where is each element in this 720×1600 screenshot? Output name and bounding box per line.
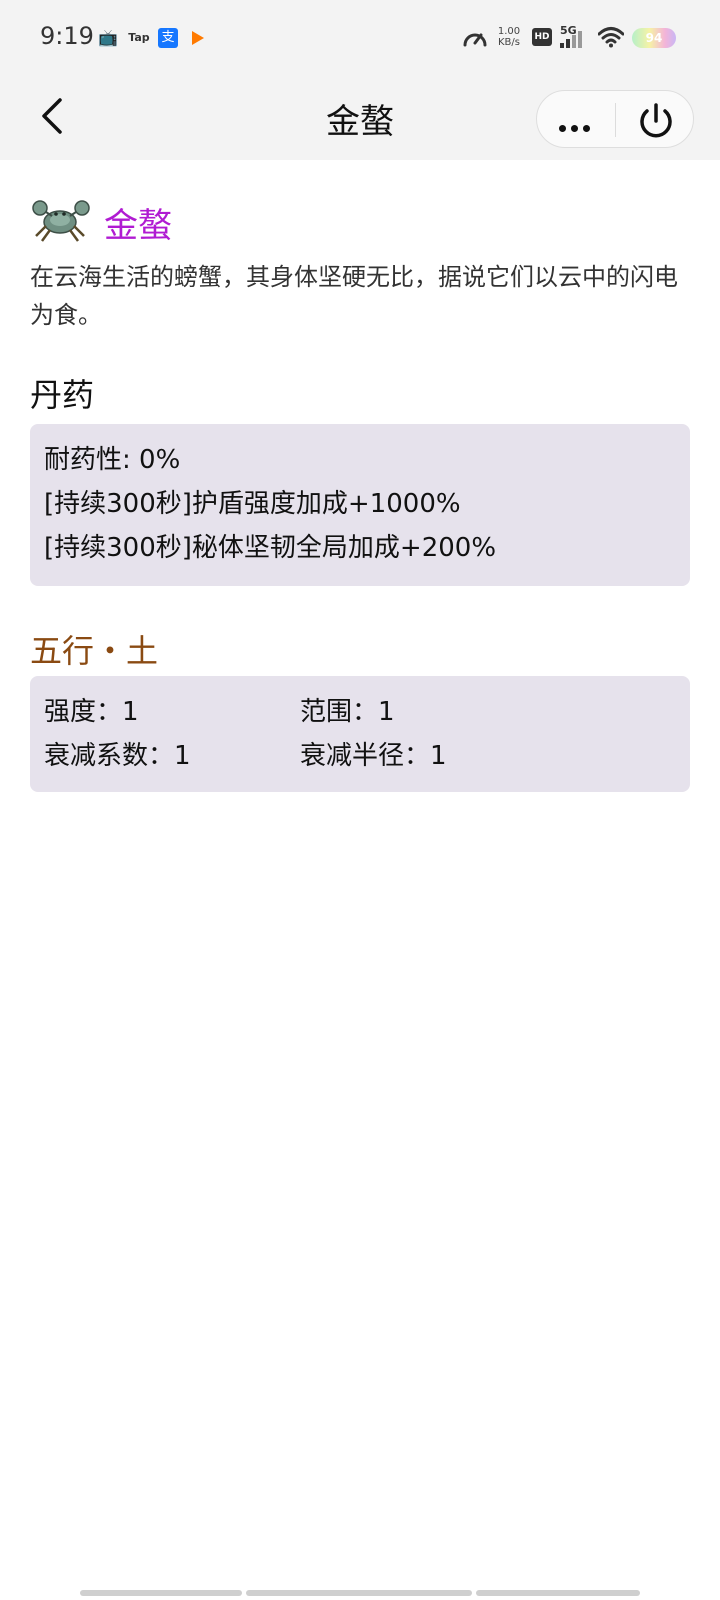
tap-icon: Tap bbox=[128, 31, 150, 44]
item-description: 在云海生活的螃蟹，其身体坚硬无比，据说它们以云中的闪电为食。 bbox=[30, 263, 678, 329]
stat-decay-factor: 衰减系数：1 bbox=[44, 741, 191, 771]
close-power-button[interactable] bbox=[617, 91, 695, 149]
crab-icon bbox=[32, 200, 90, 242]
gesture-bar-right bbox=[476, 1590, 640, 1596]
alipay-icon: 支 bbox=[158, 28, 178, 48]
toughness-bonus-line: [持续300秒]秘体坚韧全局加成+200% bbox=[44, 533, 497, 563]
stat-strength: 强度：1 bbox=[44, 697, 139, 727]
stat-decay-radius: 衰减半径：1 bbox=[300, 741, 447, 771]
item-name: 金螯 bbox=[104, 206, 172, 246]
pill-effects-panel: 耐药性: 0% [持续300秒]护盾强度加成+1000% [持续300秒]秘体坚… bbox=[30, 424, 690, 586]
gesture-bar-left bbox=[80, 1590, 242, 1596]
gesture-bar-center[interactable] bbox=[246, 1590, 472, 1596]
network-speed-value: 1.00 bbox=[497, 26, 521, 37]
network-speed: 1.00 KB/s bbox=[494, 26, 524, 48]
pill-section-title: 丹药 bbox=[30, 376, 95, 414]
play-icon bbox=[188, 28, 208, 48]
hd-icon: HD bbox=[532, 28, 552, 46]
mini-program-capsule bbox=[536, 90, 694, 148]
stat-range: 范围：1 bbox=[300, 697, 395, 727]
back-button[interactable] bbox=[34, 94, 74, 138]
signal-5g-icon: 5G bbox=[560, 24, 590, 50]
tv-icon: 📺 bbox=[98, 28, 118, 47]
resistance-line: 耐药性: 0% bbox=[44, 445, 181, 475]
wifi-icon bbox=[598, 27, 624, 48]
status-time: 9:19 bbox=[40, 22, 94, 50]
element-stats-panel: 强度：1 范围：1 衰减系数：1 衰减半径：1 bbox=[30, 676, 690, 792]
speedometer-icon bbox=[463, 33, 487, 47]
network-speed-unit: KB/s bbox=[498, 37, 520, 48]
more-icon bbox=[559, 117, 595, 136]
page-title: 金螯 bbox=[326, 102, 394, 142]
battery-icon: 94 bbox=[632, 28, 676, 48]
more-button[interactable] bbox=[537, 91, 615, 149]
shield-bonus-line: [持续300秒]护盾强度加成+1000% bbox=[44, 489, 461, 519]
status-bar: 9:19 📺 Tap 支 1.00 KB/s HD 5G 94 bbox=[0, 0, 720, 76]
capsule-divider bbox=[615, 103, 616, 137]
navigation-bar: 金螯 bbox=[0, 76, 720, 160]
element-section-title: 五行・土 bbox=[30, 632, 159, 670]
